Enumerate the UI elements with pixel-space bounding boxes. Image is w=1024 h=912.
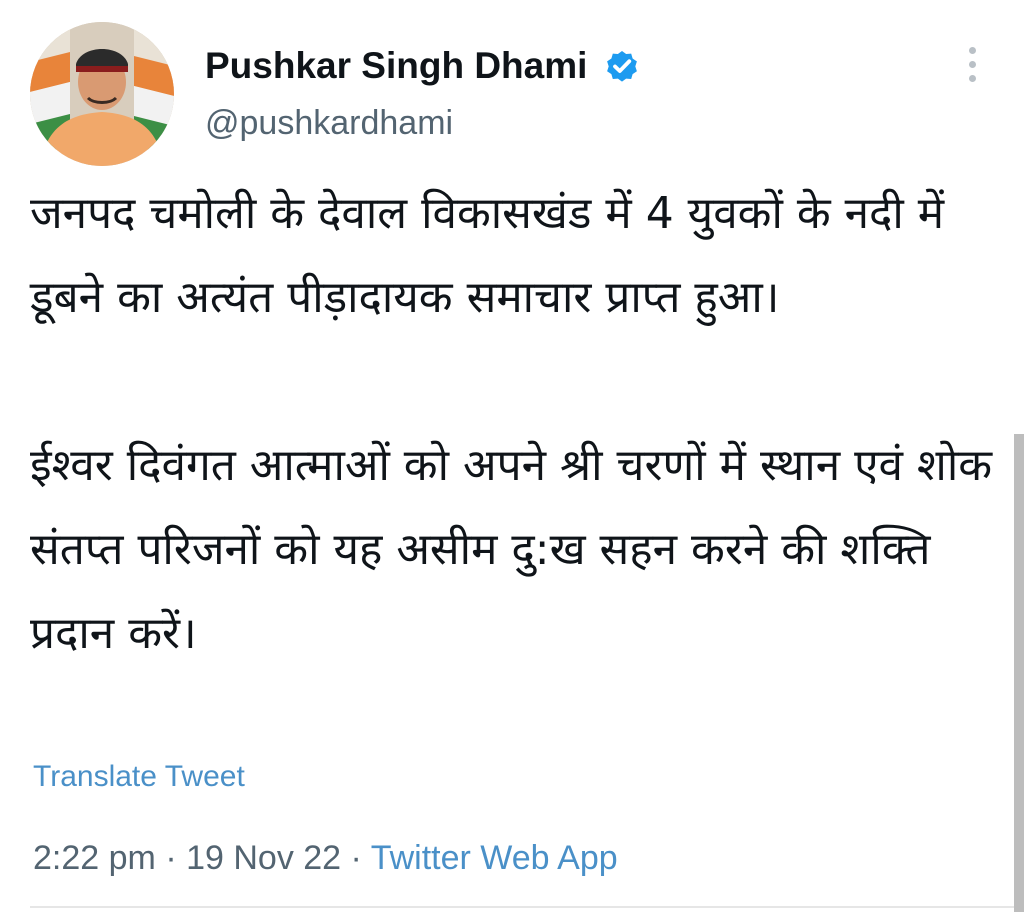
more-dot-icon (968, 60, 976, 68)
author-display-name[interactable]: Pushkar Singh Dhami (205, 42, 587, 90)
tweet-card: Pushkar Singh Dhami @pushkardhami जनपद च… (0, 0, 1024, 912)
meta-separator: · (350, 839, 362, 877)
divider (30, 906, 1024, 908)
tweet-time[interactable]: 2:22 pm (33, 839, 156, 877)
author-avatar[interactable] (30, 22, 174, 166)
tweet-metadata: 2:22 pm · 19 Nov 22 · Twitter Web App (33, 836, 618, 880)
tweet-source-link[interactable]: Twitter Web App (371, 839, 618, 877)
translate-tweet-link[interactable]: Translate Tweet (33, 757, 245, 797)
tweet-text-paragraph-2: ईश्वर दिवंगत आत्माओं को अपने श्री चरणों … (30, 440, 993, 659)
scrollbar[interactable] (1014, 434, 1024, 912)
more-dot-icon (968, 74, 976, 82)
more-dot-icon (968, 46, 976, 54)
author-handle[interactable]: @pushkardhami (205, 101, 453, 145)
tweet-text-paragraph-1: जनपद चमोली के देवाल विकासखंड में 4 युवको… (30, 188, 945, 323)
more-options-button[interactable] (950, 42, 994, 86)
verified-badge-icon (607, 50, 637, 82)
tweet-date[interactable]: 19 Nov 22 (186, 839, 341, 877)
avatar-photo-icon (30, 22, 174, 166)
meta-separator: · (165, 839, 177, 877)
tweet-text: जनपद चमोली के देवाल विकासखंड में 4 युवको… (30, 172, 1010, 676)
